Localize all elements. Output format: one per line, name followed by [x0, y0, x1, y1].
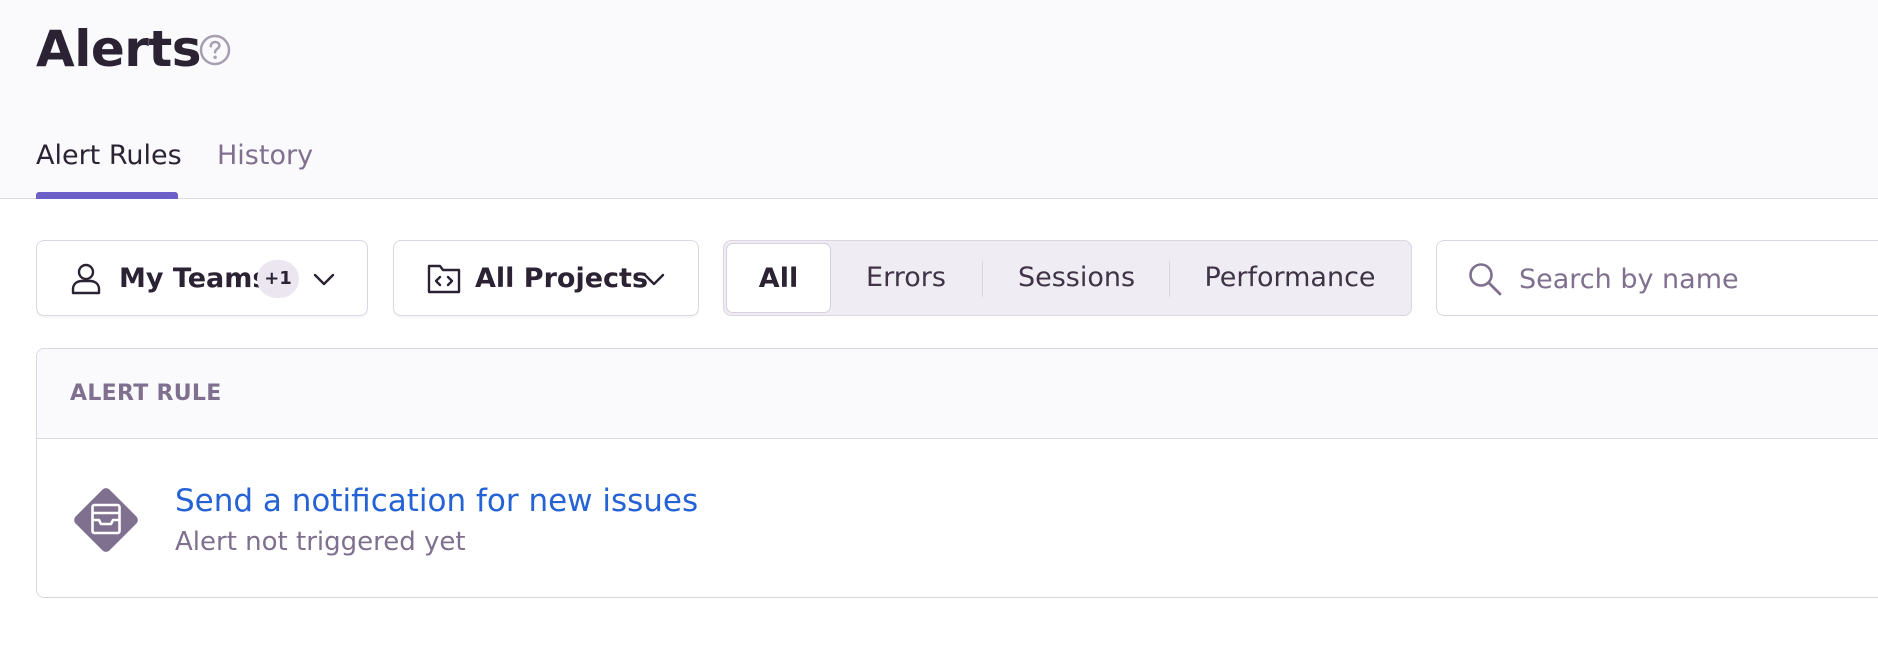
- alert-type-segmented-control: All Errors Sessions Performance: [723, 240, 1412, 316]
- search-input[interactable]: [1519, 259, 1878, 299]
- alert-rule-status: Alert not triggered yet: [175, 527, 466, 557]
- projects-filter-button[interactable]: All Projects: [393, 240, 699, 316]
- user-icon: [71, 263, 101, 295]
- column-header-alert-rule[interactable]: ALERT RULE: [70, 380, 222, 408]
- alert-rules-table: ALERT RULE Send a notification for new i…: [36, 348, 1878, 598]
- segment-all[interactable]: All: [726, 243, 831, 313]
- search-icon: [1469, 263, 1502, 296]
- teams-filter-button[interactable]: My Teams +1: [36, 240, 368, 316]
- chevron-down-icon: [313, 273, 335, 286]
- segment-divider: [982, 261, 983, 297]
- page-title: Alerts: [36, 20, 202, 78]
- tab-history[interactable]: History: [217, 138, 313, 174]
- segment-divider: [1169, 261, 1170, 297]
- segment-sessions[interactable]: Sessions: [984, 241, 1169, 315]
- segment-performance[interactable]: Performance: [1171, 241, 1409, 315]
- help-circle-icon[interactable]: [198, 33, 232, 67]
- project-folder-icon: [427, 264, 461, 294]
- tab-alert-rules[interactable]: Alert Rules: [36, 138, 182, 174]
- segment-errors[interactable]: Errors: [831, 241, 981, 315]
- table-row: Send a notification for new issues Alert…: [37, 440, 1878, 597]
- search-box: [1436, 240, 1878, 316]
- projects-filter-label: All Projects: [475, 263, 649, 294]
- alert-rule-link[interactable]: Send a notification for new issues: [175, 480, 698, 522]
- active-tab-indicator: [36, 192, 178, 199]
- page-header: Alerts Alert Rules History: [0, 0, 1878, 199]
- table-header: ALERT RULE: [37, 349, 1878, 439]
- issue-alert-icon: [74, 488, 138, 552]
- chevron-down-icon: [643, 273, 665, 286]
- teams-filter-label: My Teams: [119, 263, 269, 294]
- teams-count-badge: +1: [257, 260, 299, 298]
- alerts-page: Alerts Alert Rules History My Teams +1 A…: [0, 0, 1878, 672]
